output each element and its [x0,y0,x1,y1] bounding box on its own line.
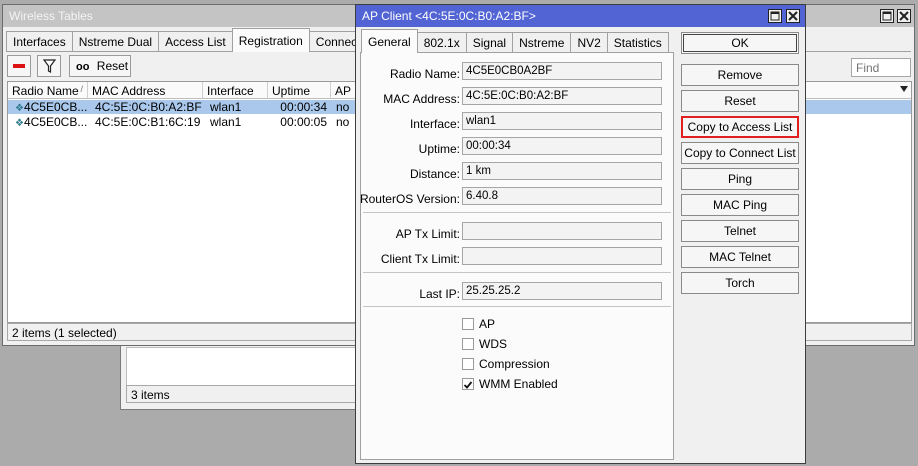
dialog-title: AP Client <4C:5E:0C:B0:A2:BF> [362,9,536,23]
maximize-icon [769,10,781,22]
ap-client-dialog: AP Client <4C:5E:0C:B0:A2:BF> General 80… [355,4,806,464]
uptime-cell: 00:00:05 [280,115,327,129]
filter-button[interactable] [37,55,61,77]
tab-nstreme[interactable]: Nstreme [512,32,572,52]
wmm-enabled-checkbox[interactable] [462,378,474,390]
tab-nv2[interactable]: NV2 [570,32,608,52]
col-radio-name[interactable]: Radio Name / [8,82,88,99]
mac-address-label: MAC Address: [383,92,460,106]
reset-label: Reset [96,59,129,73]
mac-ping-button[interactable]: MAC Ping [681,194,799,216]
wmm-enabled-checkbox-label: WMM Enabled [479,377,558,391]
copy-to-connect-list-button[interactable]: Copy to Connect List [681,142,799,164]
interface-cell: wlan1 [210,115,242,129]
routeros-version-field[interactable]: 6.40.8 [462,187,662,205]
ok-button[interactable]: OK [681,32,799,54]
last-ip-field[interactable]: 25.25.25.2 [462,282,662,300]
remove-button[interactable]: Remove [681,64,799,86]
mac-telnet-button[interactable]: MAC Telnet [681,246,799,268]
torch-button[interactable]: Torch [681,272,799,294]
remove-entry-button[interactable] [7,55,31,77]
column-menu-icon[interactable] [900,86,908,92]
maximize-button[interactable] [880,9,894,23]
filter-icon [42,59,57,76]
last-ip-label: Last IP: [419,287,460,301]
mac-cell: 4C:5E:0C:B1:6C:19 [95,115,201,129]
tab-statistics[interactable]: Statistics [606,32,669,52]
ping-button[interactable]: Ping [681,168,799,190]
compression-checkbox-label: Compression [479,357,550,371]
ap-client-icon: ❖ [15,118,24,129]
col-mac-address[interactable]: MAC Address [88,82,203,99]
ap-client-titlebar[interactable]: AP Client <4C:5E:0C:B0:A2:BF> [356,5,805,27]
separator [363,306,671,307]
interface-cell: wlan1 [210,100,242,114]
interface-field[interactable]: wlan1 [462,112,662,130]
wds-checkbox-label: WDS [479,337,507,351]
tab-general[interactable]: General [361,29,418,53]
tab-8021x[interactable]: 802.1x [416,32,467,52]
col-uptime[interactable]: Uptime [268,82,331,99]
mac-address-field[interactable]: 4C:5E:0C:B0:A2:BF [462,87,662,105]
uptime-label: Uptime: [418,142,460,156]
minus-icon [13,64,25,68]
dialog-maximize-button[interactable] [768,9,782,23]
copy-to-access-list-button[interactable]: Copy to Access List [681,116,799,138]
distance-field[interactable]: 1 km [462,162,662,180]
dialog-close-button[interactable] [786,9,800,23]
sort-icon: / [80,84,83,94]
window-title: Wireless Tables [9,9,93,23]
ap-tx-limit-label: AP Tx Limit: [395,227,460,241]
mac-cell: 4C:5E:0C:B0:A2:BF [95,100,202,114]
general-panel: Radio Name: 4C5E0CB0A2BF MAC Address: 4C… [360,52,674,460]
checkmark-icon [463,379,473,393]
radio-name-label: Radio Name: [389,67,460,81]
close-icon [787,10,799,22]
find-input[interactable] [851,58,911,77]
tab-nstreme-dual[interactable]: Nstreme Dual [71,31,160,51]
dialog-tabs: General 802.1x Signal Nstreme NV2 Statis… [361,29,669,53]
uptime-cell: 00:00:34 [280,100,327,114]
wds-checkbox[interactable] [462,338,474,350]
telnet-button[interactable]: Telnet [681,220,799,242]
client-tx-limit-field[interactable] [462,247,662,265]
tab-interfaces[interactable]: Interfaces [6,31,73,51]
tab-registration[interactable]: Registration [231,28,310,52]
distance-label: Distance: [409,167,460,181]
ap-checkbox[interactable] [462,318,474,330]
tab-signal[interactable]: Signal [465,32,514,52]
client-tx-limit-label: Client Tx Limit: [380,252,460,266]
ap-checkbox-label: AP [479,317,496,331]
uptime-field[interactable]: 00:00:34 [462,137,662,155]
interface-label: Interface: [409,117,460,131]
separator [363,212,671,213]
col-interface[interactable]: Interface [203,82,268,99]
separator [363,272,671,273]
radio-name-cell: ❖4C5E0CB... [15,100,88,114]
maximize-icon [881,10,893,22]
compression-checkbox[interactable] [462,358,474,370]
tab-access-list[interactable]: Access List [158,31,233,51]
reset-counters-button[interactable]: oo Reset [69,55,131,77]
radio-name-field[interactable]: 4C5E0CB0A2BF [462,62,662,80]
close-button[interactable] [897,9,911,23]
ap-tx-limit-field[interactable] [462,222,662,240]
ap-client-icon: ❖ [15,103,24,114]
status-text: 2 items (1 selected) [12,326,117,340]
reset-button[interactable]: Reset [681,90,799,112]
wireless-tabs: Interfaces Nstreme Dual Access List Regi… [6,28,411,52]
radio-name-cell: ❖4C5E0CB... [15,115,88,129]
close-icon [898,10,910,22]
reset-icon: oo [76,61,90,73]
routeros-version-label: RouterOS Version: [359,192,460,206]
